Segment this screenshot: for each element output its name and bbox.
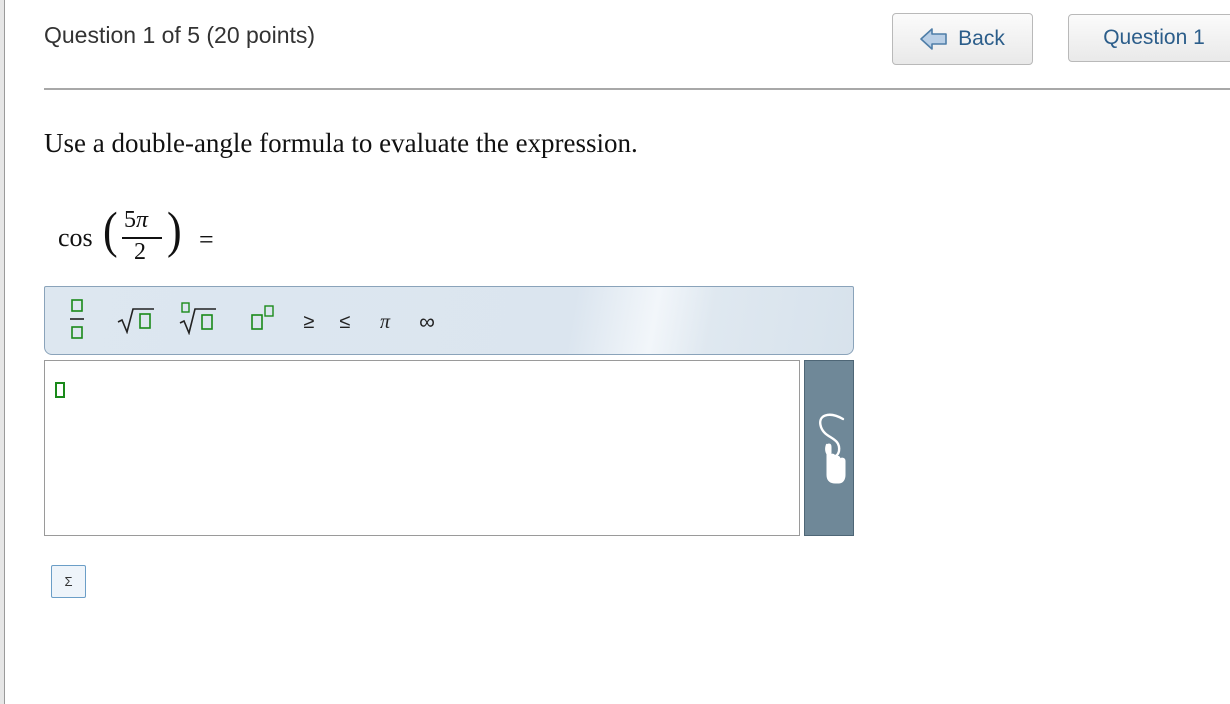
numerator-coefficient: 5 bbox=[124, 207, 136, 233]
templates-button[interactable]: Σ bbox=[51, 565, 86, 598]
handwriting-button[interactable] bbox=[804, 360, 854, 536]
left-paren: ( bbox=[103, 202, 118, 259]
question-prompt: Use a double-angle formula to evaluate t… bbox=[44, 128, 638, 158]
back-button[interactable]: Back bbox=[892, 13, 1033, 65]
equals-sign: = bbox=[199, 225, 214, 254]
less-equal-button[interactable]: ≤ bbox=[335, 309, 355, 335]
answer-input[interactable] bbox=[44, 360, 800, 536]
question-status: Question 1 of 5 (20 points) bbox=[44, 22, 316, 48]
left-border bbox=[0, 0, 5, 704]
exponent-icon bbox=[251, 305, 274, 330]
infinity-button[interactable]: ∞ bbox=[413, 309, 441, 335]
question-nav-label: Question 1 bbox=[1103, 26, 1205, 49]
fraction-numerator: 5π bbox=[124, 207, 148, 234]
greater-equal-button[interactable]: ≥ bbox=[299, 309, 319, 335]
handwriting-icon bbox=[819, 413, 846, 484]
question-nav-button[interactable]: Question 1 bbox=[1068, 14, 1230, 62]
math-expression: cos ( 5π 2 ) = bbox=[58, 202, 258, 275]
input-placeholder-box bbox=[55, 382, 65, 398]
fraction-button[interactable] bbox=[63, 295, 91, 343]
fraction-icon bbox=[70, 299, 84, 339]
square-root-button[interactable] bbox=[115, 305, 157, 335]
math-toolbar: ≥ ≤ π ∞ bbox=[44, 286, 854, 355]
numerator-symbol: π bbox=[136, 207, 149, 233]
exponent-button[interactable] bbox=[249, 301, 277, 335]
pi-button[interactable]: π bbox=[375, 309, 395, 335]
back-arrow-icon bbox=[920, 28, 947, 50]
header-divider bbox=[44, 88, 1230, 90]
right-paren: ) bbox=[167, 202, 182, 259]
back-button-label: Back bbox=[958, 27, 1005, 50]
fraction-denominator: 2 bbox=[134, 239, 146, 265]
function-name: cos bbox=[58, 223, 93, 252]
square-root-icon bbox=[117, 308, 154, 334]
nth-root-icon bbox=[179, 302, 216, 335]
nth-root-button[interactable] bbox=[177, 301, 219, 335]
